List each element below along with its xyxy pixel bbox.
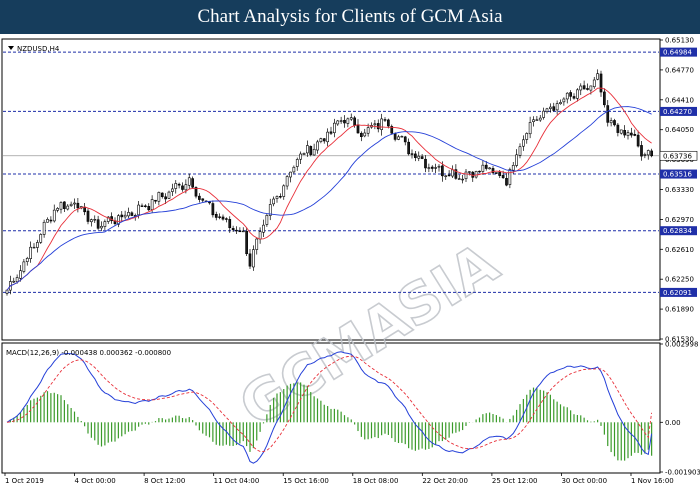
price-axis: 0.651300.647700.644100.640500.636900.633… — [659, 37, 698, 344]
time-tick-label: 1 Nov 16:00 — [631, 477, 674, 485]
time-tick-label: 22 Oct 20:00 — [422, 477, 468, 485]
time-tick-label: 4 Oct 00:00 — [75, 477, 116, 485]
symbol-label: NZDUSD,H4 — [17, 45, 60, 53]
price-tick-label: 0.63330 — [665, 186, 694, 194]
chart-canvas: GCMASIA 0.651300.647700.644100.640500.63… — [1, 37, 700, 485]
price-tick-label: 0.64770 — [665, 66, 694, 74]
time-tick-label: 18 Oct 08:00 — [353, 477, 399, 485]
macd-axis: 0.002998 0.00 -0.001903 — [660, 341, 700, 477]
candle — [39, 233, 43, 244]
price-tick-label: 0.61890 — [665, 306, 694, 314]
level-price-label: 0.64984 — [663, 49, 692, 57]
macd-tick-label: 0.002998 — [665, 341, 698, 349]
macd-tick-label: 0.00 — [665, 419, 681, 427]
macd-tick-label: -0.001903 — [665, 469, 700, 477]
time-tick-label: 1 Oct 2019 — [5, 477, 44, 485]
candle — [245, 227, 248, 256]
price-tick-label: 0.64050 — [665, 126, 694, 134]
time-tick-label: 30 Oct 00:00 — [561, 477, 607, 485]
level-price-label: 0.62091 — [663, 289, 692, 297]
level-price-label: 0.62834 — [663, 227, 692, 235]
price-pane — [1, 38, 661, 341]
candle — [191, 176, 194, 189]
current-price-label: 0.63736 — [663, 152, 692, 160]
time-tick-label: 11 Oct 04:00 — [214, 477, 260, 485]
chart-title: Chart Analysis for Clients of GCM Asia — [0, 0, 700, 34]
price-tick-label: 0.64410 — [665, 96, 694, 104]
price-tick-label: 0.62970 — [665, 216, 694, 224]
price-tick-label: 0.62610 — [665, 246, 694, 254]
level-price-label: 0.64270 — [663, 108, 692, 116]
level-price-label: 0.63516 — [663, 171, 692, 179]
time-axis: 1 Oct 2019 4 Oct 00:00 8 Oct 12:00 11 Oct 0… — [4, 473, 674, 485]
macd-label: MACD(12,26,9) -0.000438 0.000362 -0.0008… — [6, 349, 171, 357]
time-tick-label: 8 Oct 12:00 — [144, 477, 185, 485]
price-tick-label: 0.65130 — [665, 37, 694, 45]
time-tick-label: 25 Oct 12:00 — [492, 477, 538, 485]
time-tick-label: 15 Oct 16:00 — [283, 477, 329, 485]
candle — [309, 145, 313, 157]
candle — [167, 190, 171, 199]
price-tick-label: 0.62250 — [665, 276, 694, 284]
